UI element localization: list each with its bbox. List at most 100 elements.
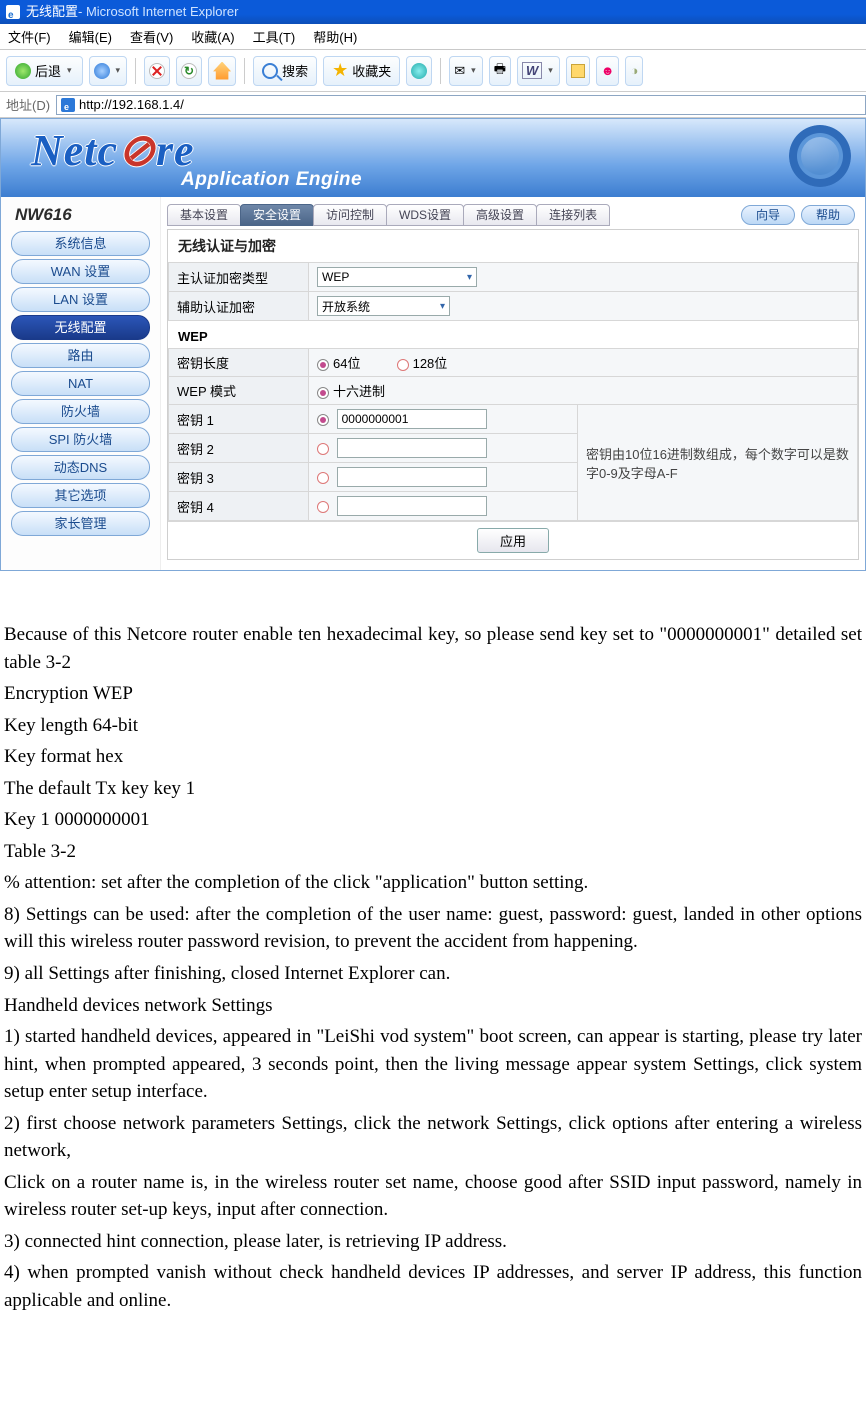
sidebar-item-4[interactable]: 路由: [11, 343, 150, 368]
back-button[interactable]: 后退 ▾: [6, 56, 83, 86]
window-title-app: - Microsoft Internet Explorer: [78, 0, 238, 24]
main-auth-select[interactable]: WEP▾: [317, 267, 477, 287]
router-header: Netc⊘re Application Engine: [1, 119, 865, 197]
router-logo-right: re: [156, 126, 195, 175]
history-button[interactable]: [406, 56, 432, 86]
key4-radio[interactable]: [317, 501, 329, 513]
extra-icon: ◑: [630, 63, 638, 78]
doc-p7: Table 3-2: [4, 838, 862, 866]
search-button[interactable]: 搜索: [253, 56, 317, 86]
key4-input[interactable]: [337, 496, 487, 516]
tab-4[interactable]: 高级设置: [463, 204, 537, 226]
aux-auth-label: 辅助认证加密: [169, 292, 309, 321]
doc-p11: Handheld devices network Settings: [4, 992, 862, 1020]
main-auth-label: 主认证加密类型: [169, 263, 309, 292]
aux-auth-select[interactable]: 开放系统▾: [317, 296, 450, 316]
favorites-button[interactable]: ★收藏夹: [323, 56, 400, 86]
refresh-button[interactable]: [176, 56, 202, 86]
router-globe-icon: [789, 125, 851, 187]
doc-p16: 4) when prompted vanish without check ha…: [4, 1259, 862, 1314]
key3-input[interactable]: [337, 467, 487, 487]
help-button[interactable]: 帮助: [801, 205, 855, 225]
router-subtitle: Application Engine: [181, 169, 362, 191]
wizard-button[interactable]: 向导: [741, 205, 795, 225]
key2-input[interactable]: [337, 438, 487, 458]
sidebar-item-5[interactable]: NAT: [11, 371, 150, 396]
star-icon: ★: [332, 60, 348, 81]
menu-tools[interactable]: 工具(T): [253, 27, 296, 46]
mail-dropdown-icon[interactable]: ▾: [469, 65, 478, 76]
search-label: 搜索: [282, 61, 308, 80]
tabs-row: 基本设置安全设置访问控制WDS设置高级设置连接列表 向导 帮助: [167, 201, 859, 229]
mail-icon: ✉: [454, 63, 465, 79]
key1-cell: [309, 405, 578, 434]
tab-1[interactable]: 安全设置: [240, 204, 314, 226]
tab-3[interactable]: WDS设置: [386, 204, 464, 226]
menu-file[interactable]: 文件(F): [8, 27, 51, 46]
search-icon: [262, 63, 278, 79]
sidebar-item-1[interactable]: WAN 设置: [11, 259, 150, 284]
menu-edit[interactable]: 编辑(E): [69, 27, 112, 46]
wepmode-hex-radio[interactable]: [317, 387, 329, 399]
key1-radio[interactable]: [317, 414, 329, 426]
sidebar-item-6[interactable]: 防火墙: [11, 399, 150, 424]
aux-auth-value: 开放系统: [322, 298, 370, 315]
document-body: Because of this Netcore router enable te…: [0, 571, 866, 1329]
key3-radio[interactable]: [317, 472, 329, 484]
tab-2[interactable]: 访问控制: [313, 204, 387, 226]
doc-p10: 9) all Settings after finishing, closed …: [4, 960, 862, 988]
doc-p4: Key format hex: [4, 743, 862, 771]
auth-panel: 无线认证与加密 主认证加密类型 WEP▾ 辅助认证加密 开放系统▾: [167, 229, 859, 560]
address-field[interactable]: http://192.168.1.4/: [56, 95, 866, 115]
window-title-page: 无线配置: [26, 0, 78, 24]
tab-0[interactable]: 基本设置: [167, 204, 241, 226]
apply-button[interactable]: 应用: [477, 528, 549, 553]
notes-button[interactable]: [566, 56, 590, 86]
router-body: NW616 系统信息WAN 设置LAN 设置无线配置路由NAT防火墙SPI 防火…: [1, 197, 865, 570]
mail-button[interactable]: ✉▾: [449, 56, 482, 86]
sidebar-item-3[interactable]: 无线配置: [11, 315, 150, 340]
back-dropdown-icon[interactable]: ▾: [65, 65, 74, 76]
back-icon: [15, 63, 31, 79]
menu-help[interactable]: 帮助(H): [313, 27, 357, 46]
menu-favorites[interactable]: 收藏(A): [191, 27, 234, 46]
word-button[interactable]: W▾: [517, 56, 560, 86]
sidebar-item-8[interactable]: 动态DNS: [11, 455, 150, 480]
doc-p5: The default Tx key key 1: [4, 775, 862, 803]
keylen-cell: 64位 128位: [309, 349, 858, 377]
key2-radio[interactable]: [317, 443, 329, 455]
ie-menubar: 文件(F) 编辑(E) 查看(V) 收藏(A) 工具(T) 帮助(H): [0, 24, 866, 50]
toolbar-separator: [440, 58, 441, 84]
extra-button[interactable]: ◑: [625, 56, 643, 86]
sidebar-item-9[interactable]: 其它选项: [11, 483, 150, 508]
sidebar-item-10[interactable]: 家长管理: [11, 511, 150, 536]
forward-button[interactable]: ▾: [89, 56, 128, 86]
doc-p14: Click on a router name is, in the wirele…: [4, 1169, 862, 1224]
home-button[interactable]: [208, 56, 236, 86]
notes-icon: [571, 64, 585, 78]
sidebar-item-7[interactable]: SPI 防火墙: [11, 427, 150, 452]
menu-view[interactable]: 查看(V): [130, 27, 173, 46]
keylen-64-radio[interactable]: [317, 359, 329, 371]
tab-5[interactable]: 连接列表: [536, 204, 610, 226]
auth-panel-title: 无线认证与加密: [168, 230, 858, 262]
sidebar: NW616 系统信息WAN 设置LAN 设置无线配置路由NAT防火墙SPI 防火…: [1, 197, 161, 570]
print-icon: 🖶: [494, 60, 506, 82]
dropdown-icon: ▾: [467, 272, 472, 283]
back-label: 后退: [35, 61, 61, 80]
keylen-128-radio[interactable]: [397, 359, 409, 371]
key1-input[interactable]: [337, 409, 487, 429]
key2-label: 密钥 2: [169, 434, 309, 463]
stop-button[interactable]: [144, 56, 170, 86]
sidebar-item-0[interactable]: 系统信息: [11, 231, 150, 256]
ie-window: 无线配置 - Microsoft Internet Explorer 文件(F)…: [0, 0, 866, 571]
messenger-button[interactable]: ☻: [596, 56, 620, 86]
ie-toolbar: 后退▾ ▾ 搜索 ★收藏夹 ✉▾ 🖶 W▾ ☻ ◑: [0, 50, 866, 92]
word-icon: W: [522, 62, 542, 79]
address-label: 地址(D): [0, 95, 56, 114]
stop-icon: [149, 63, 165, 79]
sidebar-item-2[interactable]: LAN 设置: [11, 287, 150, 312]
forward-dropdown-icon[interactable]: ▾: [114, 65, 123, 76]
word-dropdown-icon[interactable]: ▾: [546, 65, 555, 76]
print-button[interactable]: 🖶: [489, 56, 511, 86]
